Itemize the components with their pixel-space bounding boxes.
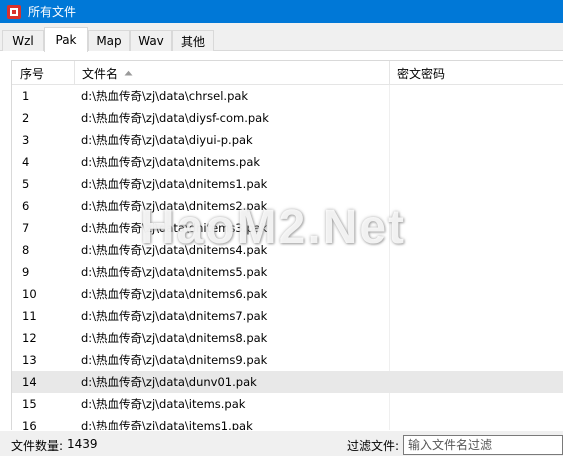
- table-row[interactable]: 13 d:\热血传奇\zj\data\dnitems9.pak: [12, 349, 563, 371]
- file-count-value: 1439: [67, 437, 98, 451]
- row-filename: d:\热血传奇\zj\data\diysf-com.pak: [81, 111, 269, 125]
- row-index: 8: [22, 243, 30, 257]
- row-index: 2: [22, 111, 30, 125]
- row-filename: d:\热血传奇\zj\data\items.pak: [81, 397, 246, 411]
- column-header-index[interactable]: 序号: [12, 61, 74, 85]
- table-row[interactable]: 9 d:\热血传奇\zj\data\dnitems5.pak: [12, 261, 563, 283]
- table-row[interactable]: 11 d:\热血传奇\zj\data\dnitems7.pak: [12, 305, 563, 327]
- tab-map[interactable]: Map: [88, 30, 130, 51]
- table-row[interactable]: 16 d:\热血传奇\zj\data\items1.pak: [12, 415, 563, 430]
- row-filename: d:\热血传奇\zj\data\dnitems7.pak: [81, 309, 268, 323]
- row-index: 9: [22, 265, 30, 279]
- file-count-label: 文件数量:: [11, 439, 64, 453]
- file-table: 序号 文件名 密文密码 1 d:\热血传奇\zj\data\chrsel.pak…: [11, 60, 563, 430]
- table-row[interactable]: 3 d:\热血传奇\zj\data\diyui-p.pak: [12, 129, 563, 151]
- row-filename: d:\热血传奇\zj\data\dnitems4.pak: [81, 243, 268, 257]
- row-index: 4: [22, 155, 30, 169]
- table-row[interactable]: 12 d:\热血传奇\zj\data\dnitems8.pak: [12, 327, 563, 349]
- row-filename: d:\热血传奇\zj\data\dnitems5.pak: [81, 265, 268, 279]
- table-row[interactable]: 8 d:\热血传奇\zj\data\dnitems4.pak: [12, 239, 563, 261]
- row-index: 3: [22, 133, 30, 147]
- table-row[interactable]: 2 d:\热血传奇\zj\data\diysf-com.pak: [12, 107, 563, 129]
- table-row[interactable]: 15 d:\热血传奇\zj\data\items.pak: [12, 393, 563, 415]
- column-header-password[interactable]: 密文密码: [389, 61, 563, 85]
- row-index: 1: [22, 89, 30, 103]
- row-index: 11: [22, 309, 37, 323]
- column-header-label: 文件名: [82, 66, 119, 81]
- row-filename: d:\热血传奇\zj\data\dunv01.pak: [81, 375, 257, 389]
- column-header-label: 密文密码: [397, 66, 446, 81]
- row-filename: d:\热血传奇\zj\data\dnitems2.pak: [81, 199, 268, 213]
- row-filename: d:\热血传奇\zj\data\dnitems8.pak: [81, 331, 268, 345]
- row-index: 14: [22, 375, 37, 389]
- row-index: 16: [22, 419, 37, 430]
- row-index: 12: [22, 331, 37, 345]
- sort-ascending-icon: [124, 70, 133, 76]
- table-row[interactable]: 10 d:\热血传奇\zj\data\dnitems6.pak: [12, 283, 563, 305]
- row-filename: d:\热血传奇\zj\data\diyui-p.pak: [81, 133, 253, 147]
- filter-input[interactable]: [403, 435, 563, 455]
- row-index: 6: [22, 199, 30, 213]
- table-row[interactable]: 6 d:\热血传奇\zj\data\dnitems2.pak: [12, 195, 563, 217]
- table-row-selected[interactable]: 14 d:\热血传奇\zj\data\dunv01.pak: [12, 371, 563, 393]
- row-filename: d:\热血传奇\zj\data\dnitems6.pak: [81, 287, 268, 301]
- tab-wzl[interactable]: Wzl: [2, 30, 44, 51]
- table-body: 1 d:\热血传奇\zj\data\chrsel.pak 2 d:\热血传奇\z…: [12, 85, 563, 430]
- row-index: 15: [22, 397, 37, 411]
- table-header: 序号 文件名 密文密码: [12, 61, 563, 85]
- row-index: 7: [22, 221, 30, 235]
- table-row[interactable]: 5 d:\热血传奇\zj\data\dnitems1.pak: [12, 173, 563, 195]
- window-title: 所有文件: [28, 5, 77, 19]
- filter-label: 过滤文件:: [347, 439, 400, 453]
- status-bar: 文件数量: 1439 过滤文件:: [0, 434, 563, 456]
- tab-pak[interactable]: Pak: [44, 27, 88, 52]
- title-bar: 所有文件: [0, 0, 563, 23]
- table-row[interactable]: 1 d:\热血传奇\zj\data\chrsel.pak: [12, 85, 563, 107]
- row-index: 5: [22, 177, 30, 191]
- column-header-filename[interactable]: 文件名: [74, 61, 389, 85]
- tab-other[interactable]: 其他: [172, 30, 214, 51]
- row-filename: d:\热血传奇\zj\data\dnitems.pak: [81, 155, 261, 169]
- row-filename: d:\热血传奇\zj\data\dnitems9.pak: [81, 353, 268, 367]
- row-index: 13: [22, 353, 37, 367]
- row-filename: d:\热血传奇\zj\data\dnitems1.pak: [81, 177, 268, 191]
- column-header-label: 序号: [20, 66, 45, 81]
- table-row[interactable]: 7 d:\热血传奇\zj\data\dnitems3.pak: [12, 217, 563, 239]
- row-filename: d:\热血传奇\zj\data\chrsel.pak: [81, 89, 249, 103]
- row-filename: d:\热血传奇\zj\data\dnitems3.pak: [81, 221, 268, 235]
- tab-wav[interactable]: Wav: [130, 30, 172, 51]
- row-index: 10: [22, 287, 37, 301]
- app-icon: [6, 4, 22, 20]
- table-row[interactable]: 4 d:\热血传奇\zj\data\dnitems.pak: [12, 151, 563, 173]
- row-filename: d:\热血传奇\zj\data\items1.pak: [81, 419, 253, 430]
